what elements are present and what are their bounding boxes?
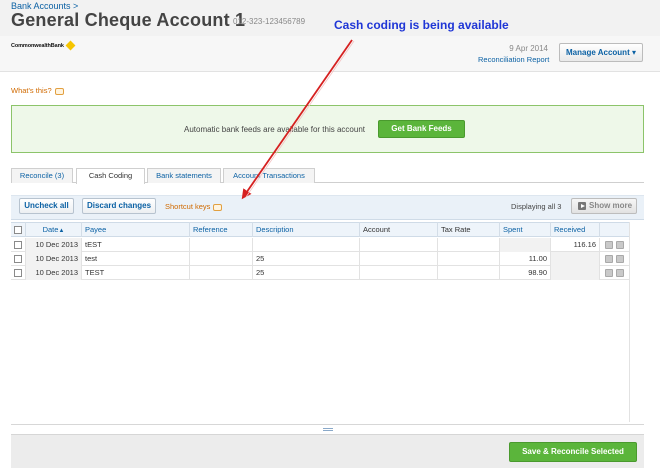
get-bank-feeds-button[interactable]: Get Bank Feeds <box>378 120 465 138</box>
row-tax-rate[interactable] <box>437 238 499 252</box>
row-spent[interactable]: 11.00 <box>499 252 550 266</box>
reconciliation-report-link[interactable]: Reconciliation Report <box>478 55 549 64</box>
column-header-payee[interactable]: Payee <box>81 222 189 237</box>
tab-cash-coding[interactable]: Cash Coding <box>76 168 145 184</box>
row-edit-icon[interactable] <box>605 255 613 263</box>
page-title: General Cheque Account 1 <box>11 10 246 30</box>
reconciled-date: 9 Apr 2014 <box>509 44 548 53</box>
discard-changes-button[interactable]: Discard changes <box>82 198 156 214</box>
account-number: 012-323-123456789 <box>233 17 306 26</box>
row-remove-icon[interactable] <box>616 241 624 249</box>
column-header-reference[interactable]: Reference <box>189 222 252 237</box>
row-date: 10 Dec 2013 <box>25 252 81 266</box>
row-received[interactable]: 116.16 <box>550 238 599 252</box>
row-edit-icon[interactable] <box>605 269 613 277</box>
shortcut-keys-link[interactable]: Shortcut keys <box>165 202 223 211</box>
row-actions <box>599 252 630 266</box>
whats-this-label: What's this? <box>11 86 52 95</box>
row-reference[interactable] <box>189 252 252 266</box>
whats-this-link[interactable]: What's this? <box>11 86 64 95</box>
column-header-spent[interactable]: Spent <box>499 222 550 237</box>
show-more-button[interactable]: Show more <box>571 198 637 214</box>
column-date-label: Date <box>42 225 59 234</box>
row-reference[interactable] <box>189 238 252 252</box>
row-checkbox[interactable] <box>14 255 22 263</box>
shortcut-bubble-icon <box>213 203 223 211</box>
annotation-text: Cash coding is being available <box>334 18 509 32</box>
row-description[interactable]: 25 <box>252 252 359 266</box>
row-actions <box>599 266 630 280</box>
row-date: 10 Dec 2013 <box>25 266 81 280</box>
row-remove-icon[interactable] <box>616 255 624 263</box>
grid-right-border <box>629 222 630 422</box>
help-bubble-icon <box>54 87 64 95</box>
row-account[interactable] <box>359 238 437 252</box>
row-account[interactable] <box>359 266 437 280</box>
row-payee[interactable]: TEST <box>81 266 189 280</box>
column-header-received[interactable]: Received <box>550 222 599 237</box>
column-header-actions <box>599 222 630 237</box>
row-payee[interactable]: test <box>81 252 189 266</box>
row-account[interactable] <box>359 252 437 266</box>
row-description[interactable] <box>252 238 359 252</box>
row-spent[interactable] <box>499 238 550 252</box>
manage-account-button[interactable]: Manage Account ▾ <box>559 43 643 62</box>
row-description[interactable]: 25 <box>252 266 359 280</box>
row-edit-icon[interactable] <box>605 241 613 249</box>
bank-logo: CommonwealthBank <box>11 40 76 51</box>
row-spent[interactable]: 98.90 <box>499 266 550 280</box>
save-reconcile-selected-button[interactable]: Save & Reconcile Selected <box>509 442 637 462</box>
sort-asc-icon: ▲ <box>58 228 65 234</box>
bank-feeds-message: Automatic bank feeds are available for t… <box>184 125 365 134</box>
row-checkbox[interactable] <box>14 269 22 277</box>
uncheck-all-button[interactable]: Uncheck all <box>19 198 74 214</box>
bank-logo-icon <box>65 40 76 51</box>
tab-account-transactions[interactable]: Account Transactions <box>223 168 315 183</box>
row-remove-icon[interactable] <box>616 269 624 277</box>
column-header-account: Account <box>359 222 437 237</box>
row-checkbox[interactable] <box>14 241 22 249</box>
row-actions <box>599 238 630 252</box>
displaying-count: Displaying all 3 <box>511 202 562 211</box>
bank-logo-text: CommonwealthBank <box>11 42 64 49</box>
tab-bank-statements[interactable]: Bank statements <box>147 168 221 183</box>
column-header-description[interactable]: Description <box>252 222 359 237</box>
row-tax-rate[interactable] <box>437 252 499 266</box>
column-header-date[interactable]: Date▲ <box>25 222 81 237</box>
select-all-checkbox[interactable] <box>14 226 22 234</box>
row-date: 10 Dec 2013 <box>25 238 81 252</box>
show-more-label: Show more <box>589 201 633 210</box>
column-header-tax-rate: Tax Rate <box>437 222 499 237</box>
shortcut-keys-label: Shortcut keys <box>165 202 211 211</box>
splitter-grip-icon[interactable] <box>323 428 333 431</box>
row-received[interactable] <box>550 252 599 266</box>
play-icon <box>578 202 586 210</box>
row-payee[interactable]: tEST <box>81 238 189 252</box>
row-reference[interactable] <box>189 266 252 280</box>
row-received[interactable] <box>550 266 599 280</box>
tab-reconcile[interactable]: Reconcile (3) <box>11 168 73 183</box>
row-tax-rate[interactable] <box>437 266 499 280</box>
